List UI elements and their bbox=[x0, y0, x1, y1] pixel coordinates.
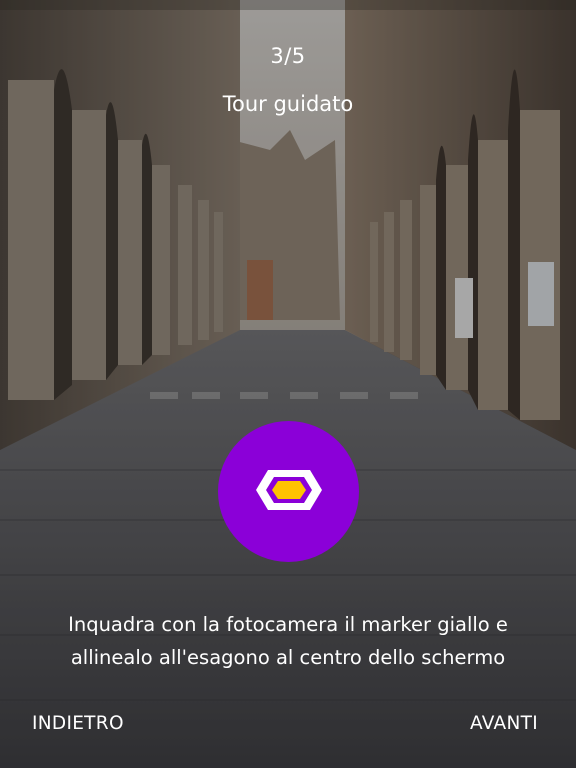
back-button[interactable]: INDIETRO bbox=[32, 713, 124, 734]
page-title: Tour guidato bbox=[222, 92, 354, 116]
step-indicator: 3/5 bbox=[270, 44, 306, 68]
marker-target-circle bbox=[218, 421, 359, 562]
instruction-text: Inquadra con la fotocamera il marker gia… bbox=[40, 608, 536, 674]
instruction-line-2: allinealo all'esagono al centro dello sc… bbox=[70, 646, 506, 669]
instruction-line-1: Inquadra con la fotocamera il marker gia… bbox=[68, 613, 508, 636]
hexagon-marker-icon bbox=[251, 465, 327, 519]
next-button[interactable]: AVANTI bbox=[470, 713, 538, 734]
